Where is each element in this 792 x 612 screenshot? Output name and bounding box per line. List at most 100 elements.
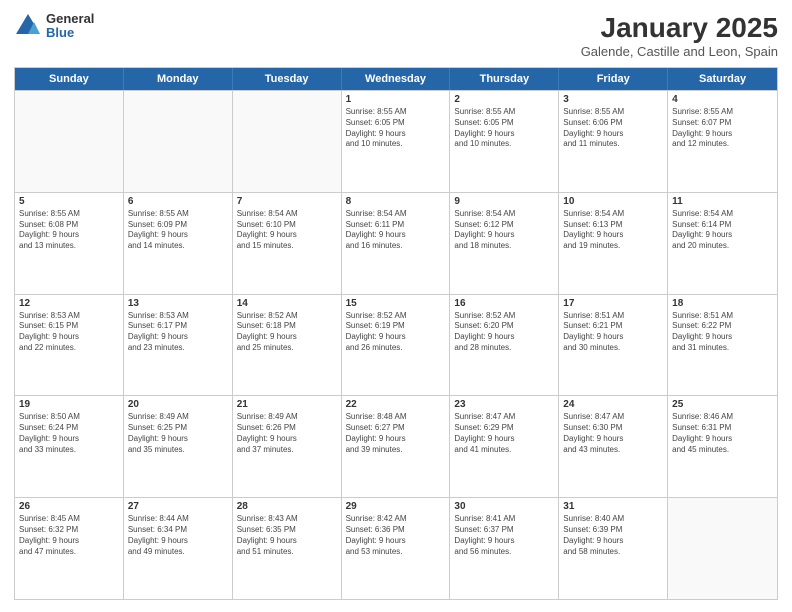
cell-text: Sunrise: 8:44 AMSunset: 6:34 PMDaylight:…	[128, 514, 228, 557]
cell-text: Sunrise: 8:45 AMSunset: 6:32 PMDaylight:…	[19, 514, 119, 557]
day-number: 1	[346, 94, 446, 105]
calendar-cell	[233, 91, 342, 192]
logo-icon	[14, 12, 42, 40]
day-number: 21	[237, 399, 337, 410]
day-number: 28	[237, 501, 337, 512]
cell-text: Sunrise: 8:53 AMSunset: 6:17 PMDaylight:…	[128, 311, 228, 354]
cell-text: Sunrise: 8:43 AMSunset: 6:35 PMDaylight:…	[237, 514, 337, 557]
logo-blue: Blue	[46, 26, 94, 40]
cell-text: Sunrise: 8:55 AMSunset: 6:05 PMDaylight:…	[454, 107, 554, 150]
header-day-friday: Friday	[559, 68, 668, 90]
cell-text: Sunrise: 8:55 AMSunset: 6:07 PMDaylight:…	[672, 107, 773, 150]
calendar-cell: 14 Sunrise: 8:52 AMSunset: 6:18 PMDayligh…	[233, 295, 342, 396]
calendar-cell: 4Sunrise: 8:55 AMSunset: 6:07 PMDaylight…	[668, 91, 777, 192]
calendar-cell	[124, 91, 233, 192]
calendar-cell: 12Sunrise: 8:53 AMSunset: 6:15 PMDayligh…	[15, 295, 124, 396]
calendar-cell: 7 Sunrise: 8:54 AMSunset: 6:10 PMDaylight…	[233, 193, 342, 294]
calendar-cell: 10 Sunrise: 8:54 AMSunset: 6:13 PMDayligh…	[559, 193, 668, 294]
cell-text: Sunrise: 8:51 AMSunset: 6:22 PMDaylight:…	[672, 311, 773, 354]
month-title: January 2025	[581, 12, 778, 44]
day-number: 29	[346, 501, 446, 512]
day-number: 7	[237, 196, 337, 207]
cell-text: Sunrise: 8:55 AMSunset: 6:09 PMDaylight:…	[128, 209, 228, 252]
cell-text: Sunrise: 8:41 AMSunset: 6:37 PMDaylight:…	[454, 514, 554, 557]
calendar-cell: 8Sunrise: 8:54 AMSunset: 6:11 PMDaylight…	[342, 193, 451, 294]
day-number: 15	[346, 298, 446, 309]
cell-text: Sunrise: 8:52 AMSunset: 6:19 PMDaylight:…	[346, 311, 446, 354]
calendar-cell	[15, 91, 124, 192]
header-day-saturday: Saturday	[668, 68, 777, 90]
day-number: 10	[563, 196, 663, 207]
calendar-cell: 28 Sunrise: 8:43 AMSunset: 6:35 PMDayligh…	[233, 498, 342, 599]
calendar: SundayMondayTuesdayWednesdayThursdayFrid…	[14, 67, 778, 600]
day-number: 25	[672, 399, 773, 410]
day-number: 2	[454, 94, 554, 105]
calendar-cell: 22 Sunrise: 8:48 AMSunset: 6:27 PMDayligh…	[342, 396, 451, 497]
calendar-cell: 26 Sunrise: 8:45 AMSunset: 6:32 PMDayligh…	[15, 498, 124, 599]
calendar-cell: 3 Sunrise: 8:55 AMSunset: 6:06 PMDaylight…	[559, 91, 668, 192]
calendar-cell: 9 Sunrise: 8:54 AMSunset: 6:12 PMDaylight…	[450, 193, 559, 294]
day-number: 18	[672, 298, 773, 309]
day-number: 6	[128, 196, 228, 207]
calendar-row-0: 1 Sunrise: 8:55 AMSunset: 6:05 PMDaylight…	[15, 90, 777, 192]
day-number: 31	[563, 501, 663, 512]
cell-text: Sunrise: 8:49 AMSunset: 6:26 PMDaylight:…	[237, 412, 337, 455]
calendar-cell: 21 Sunrise: 8:49 AMSunset: 6:26 PMDayligh…	[233, 396, 342, 497]
header-day-thursday: Thursday	[450, 68, 559, 90]
cell-text: Sunrise: 8:48 AMSunset: 6:27 PMDaylight:…	[346, 412, 446, 455]
cell-text: Sunrise: 8:54 AMSunset: 6:14 PMDaylight:…	[672, 209, 773, 252]
day-number: 11	[672, 196, 773, 207]
calendar-header: SundayMondayTuesdayWednesdayThursdayFrid…	[15, 68, 777, 90]
calendar-cell: 6 Sunrise: 8:55 AMSunset: 6:09 PMDaylight…	[124, 193, 233, 294]
cell-text: Sunrise: 8:54 AMSunset: 6:13 PMDaylight:…	[563, 209, 663, 252]
cell-text: Sunrise: 8:46 AMSunset: 6:31 PMDaylight:…	[672, 412, 773, 455]
calendar-cell: 19 Sunrise: 8:50 AMSunset: 6:24 PMDayligh…	[15, 396, 124, 497]
day-number: 16	[454, 298, 554, 309]
cell-text: Sunrise: 8:52 AMSunset: 6:20 PMDaylight:…	[454, 311, 554, 354]
cell-text: Sunrise: 8:52 AMSunset: 6:18 PMDaylight:…	[237, 311, 337, 354]
calendar-row-1: 5 Sunrise: 8:55 AMSunset: 6:08 PMDaylight…	[15, 192, 777, 294]
calendar-cell: 15 Sunrise: 8:52 AMSunset: 6:19 PMDayligh…	[342, 295, 451, 396]
logo-text: General Blue	[46, 12, 94, 41]
calendar-body: 1 Sunrise: 8:55 AMSunset: 6:05 PMDaylight…	[15, 90, 777, 599]
day-number: 9	[454, 196, 554, 207]
calendar-cell: 23 Sunrise: 8:47 AMSunset: 6:29 PMDayligh…	[450, 396, 559, 497]
day-number: 5	[19, 196, 119, 207]
header-day-sunday: Sunday	[15, 68, 124, 90]
page: General Blue January 2025 Galende, Casti…	[0, 0, 792, 612]
header-day-monday: Monday	[124, 68, 233, 90]
cell-text: Sunrise: 8:54 AMSunset: 6:12 PMDaylight:…	[454, 209, 554, 252]
calendar-cell: 2 Sunrise: 8:55 AMSunset: 6:05 PMDaylight…	[450, 91, 559, 192]
calendar-cell: 24Sunrise: 8:47 AMSunset: 6:30 PMDayligh…	[559, 396, 668, 497]
logo-general: General	[46, 12, 94, 26]
calendar-cell: 16 Sunrise: 8:52 AMSunset: 6:20 PMDayligh…	[450, 295, 559, 396]
day-number: 3	[563, 94, 663, 105]
day-number: 24	[563, 399, 663, 410]
cell-text: Sunrise: 8:55 AMSunset: 6:06 PMDaylight:…	[563, 107, 663, 150]
cell-text: Sunrise: 8:55 AMSunset: 6:08 PMDaylight:…	[19, 209, 119, 252]
day-number: 30	[454, 501, 554, 512]
calendar-cell: 31Sunrise: 8:40 AMSunset: 6:39 PMDayligh…	[559, 498, 668, 599]
day-number: 22	[346, 399, 446, 410]
cell-text: Sunrise: 8:50 AMSunset: 6:24 PMDaylight:…	[19, 412, 119, 455]
day-number: 23	[454, 399, 554, 410]
header: General Blue January 2025 Galende, Casti…	[14, 12, 778, 59]
cell-text: Sunrise: 8:55 AMSunset: 6:05 PMDaylight:…	[346, 107, 446, 150]
cell-text: Sunrise: 8:49 AMSunset: 6:25 PMDaylight:…	[128, 412, 228, 455]
day-number: 14	[237, 298, 337, 309]
cell-text: Sunrise: 8:53 AMSunset: 6:15 PMDaylight:…	[19, 311, 119, 354]
day-number: 19	[19, 399, 119, 410]
header-day-tuesday: Tuesday	[233, 68, 342, 90]
cell-text: Sunrise: 8:54 AMSunset: 6:10 PMDaylight:…	[237, 209, 337, 252]
calendar-cell: 25 Sunrise: 8:46 AMSunset: 6:31 PMDayligh…	[668, 396, 777, 497]
calendar-cell	[668, 498, 777, 599]
calendar-cell: 20Sunrise: 8:49 AMSunset: 6:25 PMDayligh…	[124, 396, 233, 497]
calendar-row-2: 12Sunrise: 8:53 AMSunset: 6:15 PMDayligh…	[15, 294, 777, 396]
calendar-cell: 5 Sunrise: 8:55 AMSunset: 6:08 PMDaylight…	[15, 193, 124, 294]
calendar-cell: 1 Sunrise: 8:55 AMSunset: 6:05 PMDaylight…	[342, 91, 451, 192]
calendar-cell: 27Sunrise: 8:44 AMSunset: 6:34 PMDayligh…	[124, 498, 233, 599]
header-day-wednesday: Wednesday	[342, 68, 451, 90]
cell-text: Sunrise: 8:47 AMSunset: 6:29 PMDaylight:…	[454, 412, 554, 455]
day-number: 26	[19, 501, 119, 512]
calendar-row-3: 19 Sunrise: 8:50 AMSunset: 6:24 PMDayligh…	[15, 395, 777, 497]
